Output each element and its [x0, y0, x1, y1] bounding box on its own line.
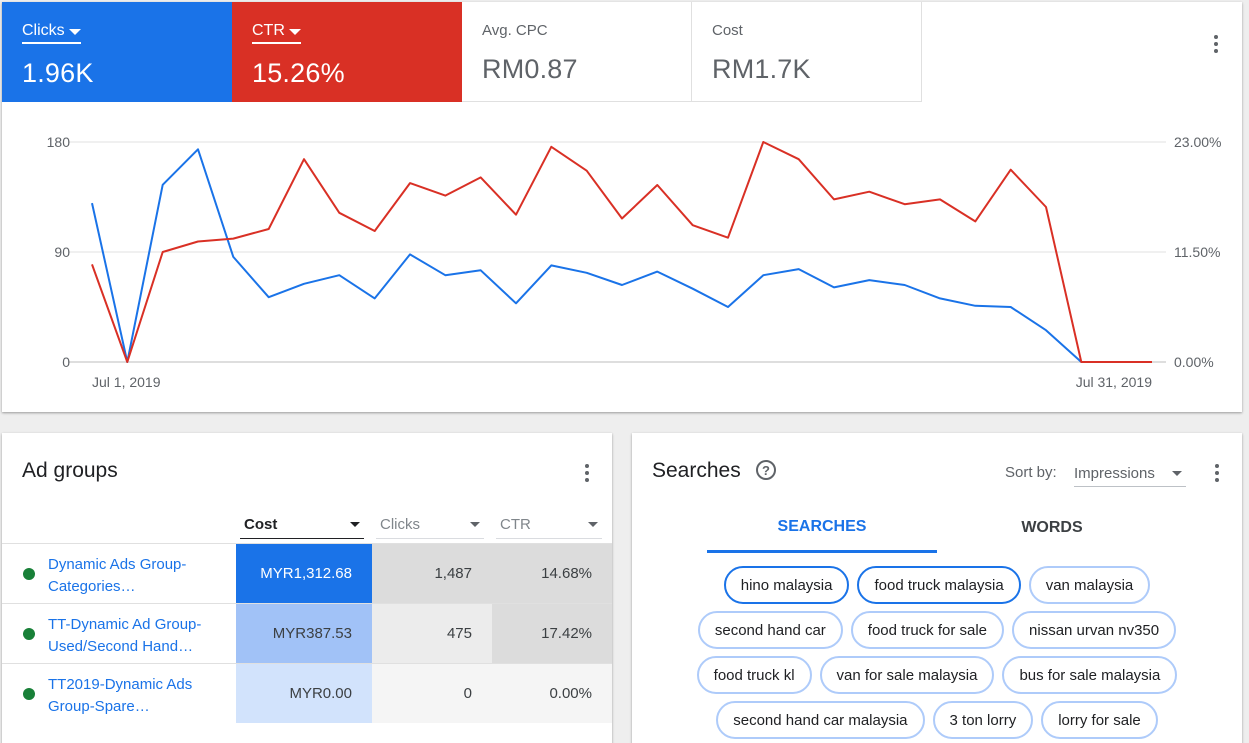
- search-term-chip[interactable]: hino malaysia: [723, 566, 850, 604]
- help-circle-icon[interactable]: ?: [756, 460, 776, 480]
- table-row[interactable]: TT2019-Dynamic Ads Group-Spare… MYR0.00 …: [2, 663, 612, 723]
- x-axis-start-label: Jul 1, 2019: [92, 374, 161, 390]
- right-axis-tick-label: 11.50%: [1174, 244, 1220, 260]
- tab-searches[interactable]: SEARCHES: [707, 503, 937, 553]
- dropdown-arrow-icon: [470, 522, 480, 527]
- search-term-chip[interactable]: nissan urvan nv350: [1012, 611, 1177, 649]
- table-row[interactable]: Dynamic Ads Group- Categories… MYR1,312.…: [2, 543, 612, 603]
- table-header: Cost Clicks CTR: [2, 503, 612, 543]
- search-term-chip[interactable]: second hand car malaysia: [716, 701, 925, 739]
- x-axis-end-label: Jul 31, 2019: [1076, 374, 1152, 390]
- searches-card: Searches ? Sort by: Impressions SEARCHES…: [632, 433, 1242, 743]
- clicks-cell: 0: [372, 664, 492, 723]
- cost-cell: MYR0.00: [236, 664, 372, 723]
- cost-cell: MYR387.53: [236, 604, 372, 663]
- tab-words[interactable]: WORDS: [937, 503, 1167, 553]
- performance-line-chart: 0 0.00% 90 11.50% 180 23.00% Jul 1, 2019 Jul 31…: [47, 134, 1222, 390]
- status-dot-icon: [23, 628, 35, 640]
- clicks-cell: 475: [372, 604, 492, 663]
- chip-row: second hand car malaysia 3 ton lorry lor…: [632, 701, 1242, 739]
- clicks-cell: 1,487: [372, 544, 492, 603]
- chip-row: food truck kl van for sale malaysia bus …: [632, 656, 1242, 694]
- status-dot-icon: [23, 568, 35, 580]
- search-term-chip[interactable]: lorry for sale: [1041, 701, 1158, 739]
- ad-groups-card: Ad groups Cost Clicks CTR Dynamic Ads Gr…: [2, 433, 612, 743]
- clicks-series-line: [91, 148, 1152, 363]
- search-term-chip[interactable]: food truck kl: [696, 656, 812, 694]
- performance-overview-card: Clicks 1.96K CTR 15.26% Avg. CPC RM0.87 …: [2, 2, 1242, 412]
- search-term-chip[interactable]: second hand car: [697, 611, 843, 649]
- sort-arrow-icon: [350, 522, 360, 527]
- status-dot-icon: [23, 688, 35, 700]
- dropdown-arrow-icon: [588, 522, 598, 527]
- column-header-cost[interactable]: Cost: [240, 511, 364, 539]
- sort-by-select[interactable]: Impressions: [1074, 461, 1186, 487]
- left-axis-tick-label: 180: [47, 134, 71, 150]
- column-header-clicks[interactable]: Clicks: [376, 511, 484, 539]
- more-vert-icon[interactable]: [1205, 461, 1229, 485]
- search-term-chip[interactable]: van malaysia: [1028, 566, 1151, 604]
- search-term-chip[interactable]: bus for sale malaysia: [1002, 656, 1178, 694]
- column-header-ctr[interactable]: CTR: [496, 511, 602, 539]
- left-axis-tick-label: 90: [54, 244, 70, 260]
- ad-group-name-link[interactable]: TT-Dynamic Ad Group- Used/Second Hand…: [48, 614, 228, 658]
- ctr-cell: 14.68%: [492, 544, 612, 603]
- ctr-cell: 0.00%: [492, 664, 612, 723]
- search-term-chip[interactable]: 3 ton lorry: [932, 701, 1034, 739]
- searches-title: Searches: [652, 459, 741, 482]
- search-term-chip[interactable]: van for sale malaysia: [819, 656, 995, 694]
- right-axis-tick-label: 23.00%: [1174, 134, 1221, 150]
- chip-row: second hand car food truck for sale niss…: [632, 611, 1242, 649]
- dropdown-arrow-icon: [1172, 471, 1182, 476]
- search-term-chip[interactable]: food truck malaysia: [857, 566, 1021, 604]
- sort-by-label: Sort by:: [1005, 464, 1057, 481]
- more-vert-icon[interactable]: [575, 461, 599, 485]
- ad-groups-title: Ad groups: [22, 459, 118, 482]
- table-row[interactable]: TT-Dynamic Ad Group- Used/Second Hand… M…: [2, 603, 612, 663]
- left-axis-tick-label: 0: [62, 354, 70, 370]
- right-axis-tick-label: 0.00%: [1174, 354, 1214, 370]
- ctr-cell: 17.42%: [492, 604, 612, 663]
- ad-group-name-link[interactable]: Dynamic Ads Group- Categories…: [48, 554, 228, 598]
- cost-cell: MYR1,312.68: [236, 544, 372, 603]
- search-term-chip[interactable]: food truck for sale: [850, 611, 1005, 649]
- ad-group-name-link[interactable]: TT2019-Dynamic Ads Group-Spare…: [48, 674, 228, 718]
- chip-row: hino malaysia food truck malaysia van ma…: [632, 566, 1242, 604]
